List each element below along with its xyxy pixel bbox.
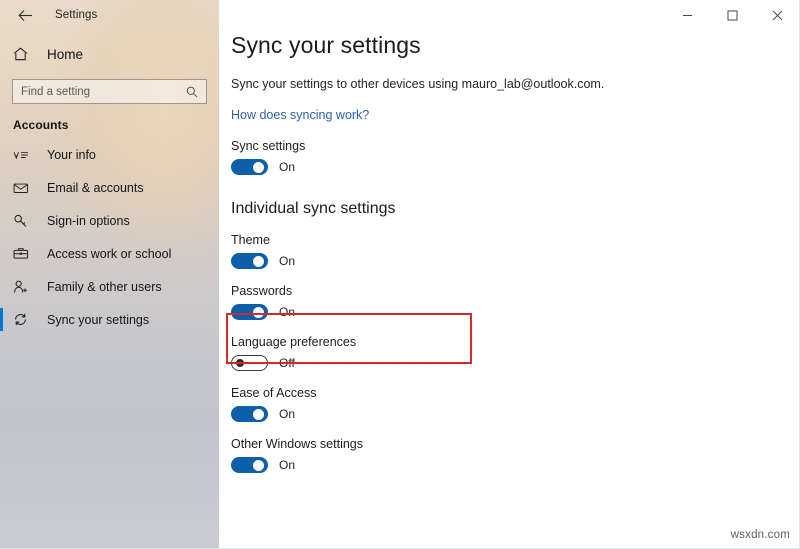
setting-passwords-toggle-row: On xyxy=(231,304,800,320)
briefcase-icon xyxy=(13,247,35,260)
sidebar-group-title: Accounts xyxy=(13,118,69,132)
settings-window: Settings Home Find a setting Accounts Yo… xyxy=(0,0,800,549)
setting-language-preferences-toggle-row: Off xyxy=(231,355,800,371)
setting-theme: Theme On xyxy=(231,233,800,269)
setting-other-windows-settings-toggle[interactable] xyxy=(231,457,268,473)
setting-theme-toggle-row: On xyxy=(231,253,800,269)
setting-language-preferences-toggle[interactable] xyxy=(231,355,268,371)
setting-language-preferences: Language preferences Off xyxy=(231,335,800,371)
setting-language-preferences-state: Off xyxy=(279,356,295,370)
sidebar-item-family-other-users[interactable]: Family & other users xyxy=(0,270,219,303)
setting-ease-of-access-state: On xyxy=(279,407,296,421)
sidebar-item-sign-in-options[interactable]: Sign-in options xyxy=(0,204,219,237)
back-arrow-icon[interactable] xyxy=(12,4,38,26)
sync-settings-master-block: Sync settings On xyxy=(231,139,800,175)
how-does-syncing-work-link[interactable]: How does syncing work? xyxy=(231,108,369,122)
setting-passwords-label: Passwords xyxy=(231,284,293,298)
setting-theme-toggle[interactable] xyxy=(231,253,268,269)
sidebar-item-home[interactable]: Home xyxy=(0,37,219,71)
setting-passwords-state: On xyxy=(279,305,296,319)
window-titlebar-left: Settings xyxy=(0,0,219,30)
setting-passwords-toggle[interactable] xyxy=(231,304,268,320)
sidebar-item-family-other-users-label: Family & other users xyxy=(47,279,162,294)
app-title: Settings xyxy=(55,9,98,21)
sidebar-item-your-info[interactable]: Your info xyxy=(0,138,219,171)
sidebar-item-home-label: Home xyxy=(47,46,84,62)
sidebar-item-sign-in-options-label: Sign-in options xyxy=(47,213,130,228)
key-icon xyxy=(13,214,35,228)
setting-ease-of-access-toggle[interactable] xyxy=(231,406,268,422)
setting-theme-label: Theme xyxy=(231,233,270,247)
sidebar-item-sync-your-settings-label: Sync your settings xyxy=(47,312,150,327)
sidebar-item-access-work-or-school[interactable]: Access work or school xyxy=(0,237,219,270)
setting-language-preferences-label: Language preferences xyxy=(231,335,357,349)
sync-settings-master-toggle[interactable] xyxy=(231,159,268,175)
person-add-icon xyxy=(13,280,35,294)
envelope-icon xyxy=(13,182,35,194)
setting-ease-of-access-label: Ease of Access xyxy=(231,386,317,400)
sidebar-item-email-accounts[interactable]: Email & accounts xyxy=(0,171,219,204)
setting-other-windows-settings-toggle-row: On xyxy=(231,457,800,473)
home-icon xyxy=(13,47,35,61)
page-title: Sync your settings xyxy=(231,32,421,58)
sync-settings-master-state: On xyxy=(279,160,296,174)
search-box[interactable] xyxy=(12,79,207,104)
setting-other-windows-settings-label: Other Windows settings xyxy=(231,437,363,451)
setting-ease-of-access: Ease of Access On xyxy=(231,386,800,422)
settings-content: Sync your settings Sync your settings to… xyxy=(219,0,800,473)
main-content: Sync your settings Sync your settings to… xyxy=(219,0,800,549)
sidebar: Settings Home Find a setting Accounts Yo… xyxy=(0,0,219,549)
watermark: wsxdn.com xyxy=(730,529,790,541)
setting-theme-state: On xyxy=(279,254,296,268)
how-does-syncing-work-row: How does syncing work? xyxy=(231,106,800,124)
sidebar-item-email-accounts-label: Email & accounts xyxy=(47,180,144,195)
sync-settings-master-label: Sync settings xyxy=(231,139,306,153)
sync-icon xyxy=(13,312,35,327)
individual-sync-settings-title: Individual sync settings xyxy=(231,200,396,217)
search-input[interactable] xyxy=(13,80,182,103)
page-description: Sync your settings to other devices usin… xyxy=(231,77,605,91)
sidebar-item-sync-your-settings[interactable]: Sync your settings xyxy=(0,303,219,336)
search-icon[interactable] xyxy=(182,86,206,98)
sync-settings-master-toggle-row: On xyxy=(231,159,800,175)
setting-other-windows-settings: Other Windows settings On xyxy=(231,437,800,473)
setting-passwords: Passwords On xyxy=(231,284,800,320)
setting-other-windows-settings-state: On xyxy=(279,458,296,472)
user-card-icon xyxy=(13,149,35,161)
setting-ease-of-access-toggle-row: On xyxy=(231,406,800,422)
sidebar-item-your-info-label: Your info xyxy=(47,147,96,162)
sidebar-item-access-work-or-school-label: Access work or school xyxy=(47,246,172,261)
